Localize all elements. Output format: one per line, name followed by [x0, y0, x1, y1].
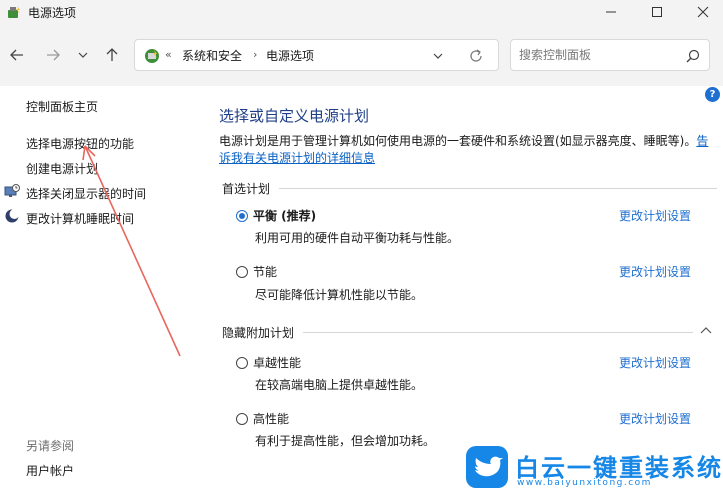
breadcrumb-power-options[interactable]: 电源选项	[266, 47, 314, 64]
change-plan-settings-high-performance[interactable]: 更改计划设置	[619, 410, 691, 427]
hidden-plans-heading[interactable]: 隐藏附加计划	[222, 324, 294, 341]
monitor-clock-icon	[4, 184, 20, 197]
minimize-icon	[606, 11, 616, 13]
address-dropdown-icon[interactable]	[431, 49, 445, 63]
watermark-url: www.baiyunxitong.com	[517, 478, 652, 488]
choose-power-button-link[interactable]: 选择电源按钮的功能	[26, 135, 134, 152]
chevron-down-icon	[78, 52, 88, 58]
refresh-icon[interactable]	[468, 48, 484, 64]
hidden-divider	[303, 332, 693, 333]
plan-name-balanced[interactable]: 平衡 (推荐)	[253, 207, 316, 224]
title-bar: 电源选项	[0, 0, 723, 24]
search-input[interactable]	[519, 46, 679, 64]
change-plan-settings-balanced[interactable]: 更改计划设置	[619, 207, 691, 224]
arrow-up-icon	[106, 48, 118, 61]
power-options-icon	[8, 6, 20, 18]
back-button[interactable]	[6, 44, 28, 66]
help-button[interactable]: ?	[705, 87, 720, 102]
plan-radio-high-performance[interactable]	[236, 413, 248, 425]
display-off-time-link[interactable]: 选择关闭显示器的时间	[26, 185, 146, 202]
breadcrumb-separator[interactable]: ›	[253, 48, 257, 61]
control-panel-icon	[145, 49, 159, 63]
bird-logo-icon	[466, 446, 508, 488]
plan-desc-high-performance: 有利于提高性能，但会增加功耗。	[255, 434, 436, 448]
window-title: 电源选项	[28, 6, 77, 20]
page-title: 选择或自定义电源计划	[219, 107, 370, 125]
moon-icon	[5, 209, 20, 223]
search-box[interactable]	[510, 39, 710, 71]
search-icon[interactable]	[685, 48, 701, 64]
forward-button[interactable]	[42, 44, 64, 66]
plan-name-high-performance[interactable]: 高性能	[253, 410, 289, 427]
watermark: 白云一键重装系统 www.baiyunxitong.com	[466, 446, 721, 492]
arrow-left-icon	[10, 49, 23, 61]
up-button[interactable]	[101, 44, 123, 66]
see-also-heading: 另请参阅	[26, 439, 75, 453]
preferred-divider	[279, 188, 717, 189]
maximize-icon	[652, 7, 662, 17]
address-bar[interactable]: « 系统和安全 › 电源选项	[134, 39, 499, 71]
description-text: 电源计划是用于管理计算机如何使用电源的一套硬件和系统设置(如显示器亮度、睡眠等)…	[219, 134, 697, 148]
maximize-button[interactable]	[634, 0, 680, 24]
control-panel-home-link[interactable]: 控制面板主页	[26, 98, 98, 115]
user-accounts-link[interactable]: 用户帐户	[26, 462, 74, 479]
close-icon	[697, 6, 709, 18]
plan-name-ultimate[interactable]: 卓越性能	[253, 354, 301, 371]
plan-radio-ultimate[interactable]	[236, 357, 248, 369]
plan-desc-power-saver: 尽可能降低计算机性能以节能。	[255, 288, 424, 302]
create-power-plan-link[interactable]: 创建电源计划	[26, 160, 98, 177]
chevron-up-icon[interactable]	[699, 324, 713, 338]
plan-desc-ultimate: 在较高端电脑上提供卓越性能。	[255, 378, 424, 392]
breadcrumb-overflow[interactable]: «	[165, 48, 172, 61]
preferred-plans-heading: 首选计划	[222, 182, 271, 196]
sleep-time-link[interactable]: 更改计算机睡眠时间	[26, 210, 134, 227]
page-description: 电源计划是用于管理计算机如何使用电源的一套硬件和系统设置(如显示器亮度、睡眠等)…	[219, 133, 714, 167]
breadcrumb-system-security[interactable]: 系统和安全	[182, 47, 242, 64]
arrow-right-icon	[47, 49, 60, 61]
plan-radio-power-saver[interactable]	[236, 266, 248, 278]
close-button[interactable]	[680, 0, 723, 24]
navigation-bar: « 系统和安全 › 电源选项	[0, 24, 723, 86]
change-plan-settings-ultimate[interactable]: 更改计划设置	[619, 354, 691, 371]
minimize-button[interactable]	[588, 0, 634, 24]
recent-locations-button[interactable]	[72, 44, 94, 66]
plan-name-power-saver[interactable]: 节能	[253, 263, 277, 280]
plan-radio-balanced[interactable]	[236, 210, 248, 222]
plan-desc-balanced: 利用可用的硬件自动平衡功耗与性能。	[255, 231, 460, 245]
change-plan-settings-power-saver[interactable]: 更改计划设置	[619, 263, 691, 280]
